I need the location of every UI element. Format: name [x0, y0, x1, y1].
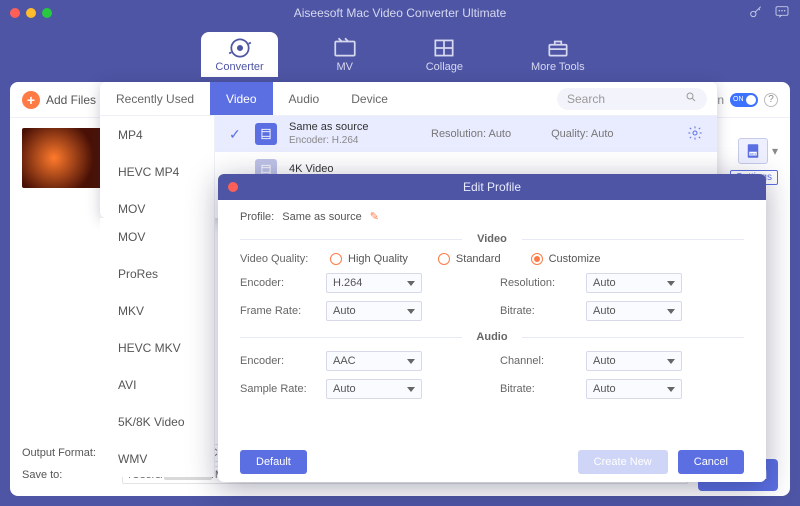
- sidebar-item-wmv[interactable]: WMV: [100, 440, 214, 477]
- plus-icon: +: [22, 91, 40, 109]
- mv-icon: [332, 38, 358, 58]
- toolbox-icon: [545, 38, 571, 58]
- tab-recently-used[interactable]: Recently Used: [100, 82, 210, 115]
- profile-value: Same as source: [282, 211, 361, 223]
- audio-samplerate-label: Sample Rate:: [240, 383, 326, 395]
- video-encoder-dropdown[interactable]: H.264: [326, 273, 422, 293]
- video-thumbnail[interactable]: [22, 128, 102, 188]
- video-quality-label: Video Quality:: [240, 253, 326, 265]
- acceleration-toggle[interactable]: ON: [730, 93, 758, 107]
- edit-profile-modal: Edit Profile Profile: Same as source ✎ V…: [218, 174, 766, 482]
- cancel-button[interactable]: Cancel: [678, 450, 744, 474]
- audio-bitrate-dropdown[interactable]: Auto: [586, 379, 682, 399]
- chevron-down-icon: [667, 359, 675, 364]
- tab-collage[interactable]: Collage: [412, 32, 477, 77]
- chevron-down-icon: [407, 281, 415, 286]
- profile-row[interactable]: ✓ Same as source Encoder: H.264 Resoluti…: [215, 116, 717, 152]
- sidebar-item-avi[interactable]: AVI: [100, 366, 214, 403]
- minimize-window-button[interactable]: [26, 8, 36, 18]
- output-format-label: Output Format:: [22, 447, 112, 459]
- tab-label: More Tools: [531, 61, 585, 73]
- main-tabs: Converter MV Collage More Tools: [0, 26, 800, 82]
- check-icon: ✓: [229, 126, 243, 143]
- sidebar-item-mp4[interactable]: MP4: [100, 116, 214, 153]
- output-format-button[interactable]: MP4: [738, 138, 768, 164]
- video-bitrate-dropdown[interactable]: Auto: [586, 301, 682, 321]
- modal-titlebar: Edit Profile: [218, 174, 766, 200]
- profile-label: Profile:: [240, 211, 274, 223]
- tab-converter[interactable]: Converter: [201, 32, 277, 77]
- app-title: Aiseesoft Mac Video Converter Ultimate: [52, 6, 748, 20]
- profile-title: Same as source: [289, 121, 419, 134]
- window-controls: [10, 8, 52, 18]
- radio-customize[interactable]: Customize: [531, 253, 601, 265]
- video-resolution-label: Resolution:: [500, 277, 586, 289]
- add-files-button[interactable]: + Add Files ▾: [22, 91, 111, 109]
- video-resolution-dropdown[interactable]: Auto: [586, 273, 682, 293]
- modal-footer: Default Create New Cancel: [218, 442, 766, 482]
- default-button[interactable]: Default: [240, 450, 307, 474]
- chevron-down-icon[interactable]: ▾: [772, 144, 778, 158]
- video-encoder-label: Encoder:: [240, 277, 326, 289]
- audio-channel-label: Channel:: [500, 355, 586, 367]
- chevron-down-icon: [667, 281, 675, 286]
- profile-quality: Quality: Auto: [551, 128, 613, 140]
- chevron-down-icon: [407, 359, 415, 364]
- radio-high-quality[interactable]: High Quality: [330, 253, 408, 265]
- tab-more-tools[interactable]: More Tools: [517, 32, 599, 77]
- create-new-button[interactable]: Create New: [578, 450, 668, 474]
- audio-samplerate-dropdown[interactable]: Auto: [326, 379, 422, 399]
- video-framerate-dropdown[interactable]: Auto: [326, 301, 422, 321]
- video-section-header: Video: [240, 233, 744, 245]
- close-icon[interactable]: [228, 182, 238, 192]
- profile-sub: Encoder: H.264: [289, 135, 419, 147]
- modal-title: Edit Profile: [248, 180, 756, 194]
- sidebar-item-hevc-mkv[interactable]: HEVC MKV: [100, 329, 214, 366]
- close-window-button[interactable]: [10, 8, 20, 18]
- gear-icon[interactable]: [687, 125, 703, 144]
- edit-icon[interactable]: ✎: [370, 210, 379, 223]
- sidebar-item-mkv[interactable]: MKV: [100, 292, 214, 329]
- help-icon[interactable]: ?: [764, 93, 778, 107]
- profile-resolution: Resolution: Auto: [431, 128, 511, 140]
- chevron-down-icon: [667, 309, 675, 314]
- sidebar-item-hevc-mp4[interactable]: HEVC MP4: [100, 153, 214, 190]
- audio-encoder-label: Encoder:: [240, 355, 326, 367]
- sidebar-item-mov[interactable]: MOV: [100, 218, 214, 255]
- key-icon[interactable]: [748, 4, 764, 23]
- chooser-tabs: Recently Used Video Audio Device Search: [100, 82, 717, 116]
- audio-section-header: Audio: [240, 331, 744, 343]
- radio-standard[interactable]: Standard: [438, 253, 501, 265]
- search-input[interactable]: Search: [557, 88, 707, 110]
- profile-icon: [255, 123, 277, 145]
- feedback-icon[interactable]: [774, 4, 790, 23]
- add-files-label: Add Files: [46, 93, 96, 107]
- chevron-down-icon: [667, 387, 675, 392]
- sidebar-item-5k8k[interactable]: 5K/8K Video: [100, 403, 214, 440]
- video-bitrate-label: Bitrate:: [500, 305, 586, 317]
- svg-text:MP4: MP4: [750, 152, 757, 156]
- tab-label: Collage: [426, 61, 463, 73]
- search-placeholder: Search: [567, 92, 605, 106]
- zoom-window-button[interactable]: [42, 8, 52, 18]
- sidebar-item-prores[interactable]: ProRes: [100, 255, 214, 292]
- audio-bitrate-label: Bitrate:: [500, 383, 586, 395]
- audio-encoder-dropdown[interactable]: AAC: [326, 351, 422, 371]
- chevron-down-icon: [407, 309, 415, 314]
- tab-label: Converter: [215, 61, 263, 73]
- chevron-down-icon: [407, 387, 415, 392]
- audio-channel-dropdown[interactable]: Auto: [586, 351, 682, 371]
- tab-label: MV: [336, 61, 353, 73]
- tab-video[interactable]: Video: [210, 82, 272, 115]
- tab-device[interactable]: Device: [335, 82, 404, 115]
- video-framerate-label: Frame Rate:: [240, 305, 326, 317]
- converter-icon: [227, 38, 253, 58]
- collage-icon: [431, 38, 457, 58]
- tab-mv[interactable]: MV: [318, 32, 372, 77]
- mp4-file-icon: MP4: [743, 142, 763, 160]
- titlebar: Aiseesoft Mac Video Converter Ultimate: [0, 0, 800, 26]
- tab-audio[interactable]: Audio: [273, 82, 336, 115]
- search-icon: [685, 91, 697, 106]
- save-to-label: Save to:: [22, 469, 112, 481]
